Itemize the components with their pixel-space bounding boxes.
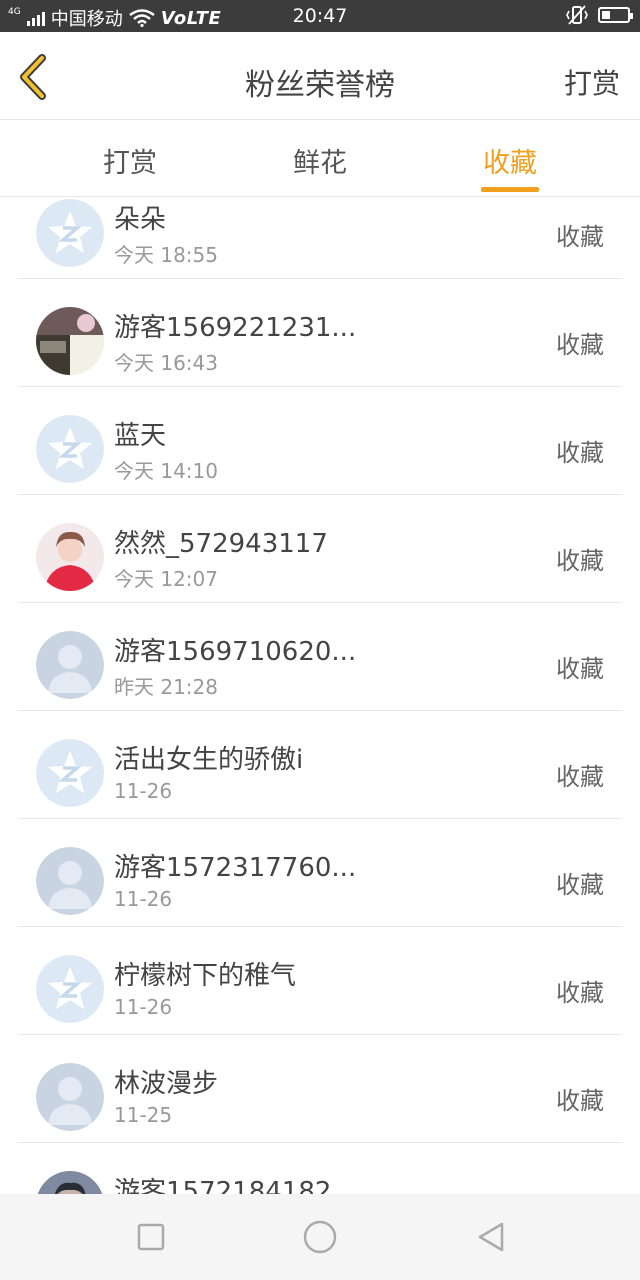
qq-star-icon	[36, 415, 104, 483]
list-item[interactable]: 游客1572184182... 收藏	[18, 1143, 622, 1194]
action-label: 收藏	[556, 763, 604, 791]
action-label: 收藏	[556, 979, 604, 1007]
timestamp: 今天 16:43	[114, 351, 218, 375]
timestamp: 昨天 21:28	[114, 675, 218, 699]
active-tab-indicator	[481, 187, 539, 192]
action-label: 收藏	[556, 1087, 604, 1115]
photo-avatar	[36, 307, 104, 375]
status-bar: 4G 中国移动 VoLTE 20:47	[0, 0, 640, 32]
user-name: 活出女生的骄傲i	[114, 745, 304, 775]
avatar	[36, 955, 104, 1023]
action-label: 收藏	[556, 655, 604, 683]
tab-favorites[interactable]: 收藏	[450, 141, 570, 180]
user-name: 游客1569221231...	[114, 313, 357, 343]
timestamp: 今天 18:55	[114, 243, 218, 267]
user-name: 蓝天	[114, 421, 167, 451]
photo-avatar	[36, 1171, 104, 1194]
list-item[interactable]: 林波漫步 11-25 收藏	[18, 1035, 622, 1143]
list-item[interactable]: 游客1572317760... 11-26 收藏	[18, 819, 622, 927]
avatar	[36, 631, 104, 699]
action-label: 收藏	[556, 871, 604, 899]
avatar	[36, 415, 104, 483]
list-item[interactable]: 蓝天 今天 14:10 收藏	[18, 387, 622, 495]
default-person-icon	[36, 631, 104, 699]
timestamp: 11-26	[114, 887, 173, 911]
user-name: 然然_572943117	[114, 529, 328, 559]
qq-star-icon	[36, 739, 104, 807]
battery-icon	[598, 7, 633, 23]
avatar	[36, 199, 104, 267]
user-name: 游客1572184182...	[114, 1177, 357, 1194]
default-person-icon	[36, 847, 104, 915]
list-item[interactable]: 游客1569710620... 昨天 21:28 收藏	[18, 603, 622, 711]
avatar	[36, 307, 104, 375]
status-time: 20:47	[292, 5, 348, 27]
fan-list: 朵朵 今天 18:55 收藏 游客1569221231... 今天 16:43 …	[0, 197, 640, 1194]
user-name: 游客1569710620...	[114, 637, 357, 667]
timestamp: 11-26	[114, 995, 173, 1019]
vibrate-icon	[566, 5, 588, 25]
list-item[interactable]: 柠檬树下的稚气 11-26 收藏	[18, 927, 622, 1035]
avatar	[36, 523, 104, 591]
reward-button[interactable]: 打赏	[564, 62, 620, 102]
nav-header: 粉丝荣誉榜 打赏	[0, 32, 640, 120]
home-icon[interactable]	[300, 1217, 340, 1257]
recent-apps-icon[interactable]	[133, 1219, 169, 1255]
action-label: 收藏	[556, 331, 604, 359]
qq-star-icon	[36, 955, 104, 1023]
timestamp: 今天 12:07	[114, 567, 218, 591]
avatar	[36, 847, 104, 915]
back-nav-icon[interactable]	[474, 1219, 510, 1255]
user-name: 朵朵	[114, 205, 167, 235]
action-label: 收藏	[556, 547, 604, 575]
system-nav-bar	[0, 1194, 640, 1280]
list-item[interactable]: 游客1569221231... 今天 16:43 收藏	[18, 279, 622, 387]
default-person-icon	[36, 1063, 104, 1131]
action-label: 收藏	[556, 439, 604, 467]
action-label: 收藏	[556, 223, 604, 251]
list-item[interactable]: 然然_572943117 今天 12:07 收藏	[18, 495, 622, 603]
page-title: 粉丝荣誉榜	[245, 68, 395, 103]
avatar	[36, 1171, 104, 1194]
timestamp: 今天 14:10	[114, 459, 218, 483]
user-name: 柠檬树下的稚气	[114, 961, 297, 991]
list-item[interactable]: 活出女生的骄傲i 11-26 收藏	[18, 711, 622, 819]
user-name: 游客1572317760...	[114, 853, 357, 883]
avatar	[36, 739, 104, 807]
timestamp: 11-26	[114, 779, 173, 803]
avatar	[36, 1063, 104, 1131]
app-screen: 4G 中国移动 VoLTE 20:47 粉丝荣誉榜 打赏 打赏 鲜花 收藏 朵朵…	[0, 0, 640, 1280]
timestamp: 11-25	[114, 1103, 173, 1127]
tab-flowers[interactable]: 鲜花	[260, 141, 380, 180]
tab-bar: 打赏 鲜花 收藏	[0, 121, 640, 197]
qq-star-icon	[36, 199, 104, 267]
user-name: 林波漫步	[114, 1069, 219, 1099]
list-item[interactable]: 朵朵 今天 18:55 收藏	[18, 197, 622, 279]
tab-reward[interactable]: 打赏	[70, 141, 190, 180]
photo-avatar	[36, 523, 104, 591]
